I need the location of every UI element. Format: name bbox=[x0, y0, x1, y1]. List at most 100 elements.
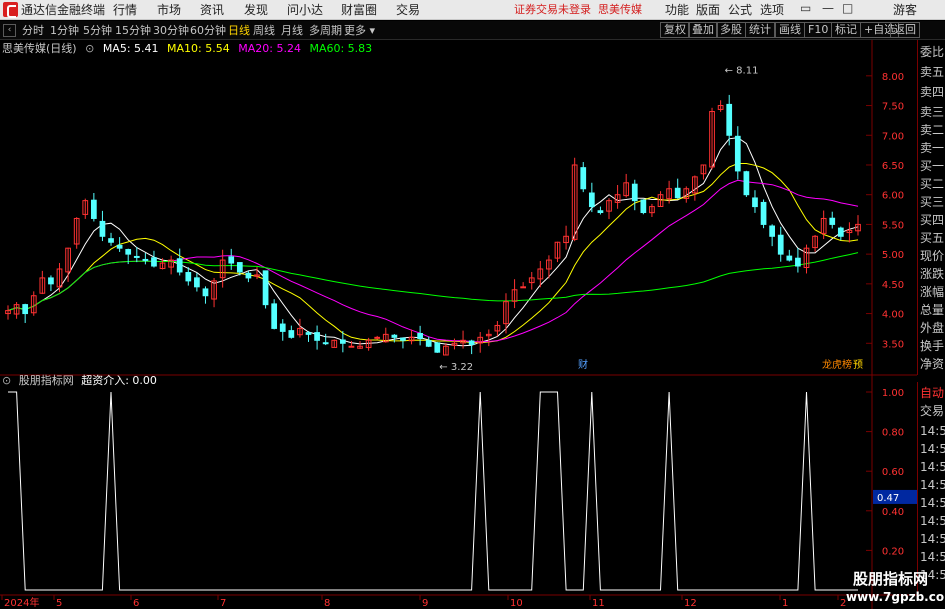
trade-label[interactable]: 交易 bbox=[920, 402, 944, 420]
period-tab-60min[interactable]: 60分钟 bbox=[190, 22, 226, 39]
app-logo-icon bbox=[3, 2, 18, 18]
sub-indicator-polyline bbox=[8, 391, 858, 591]
candle-body bbox=[786, 255, 793, 261]
rp-item[interactable]: 委比 bbox=[920, 43, 944, 61]
period-tab-multi[interactable]: 多周期 bbox=[309, 22, 342, 39]
period-tab-5min[interactable]: 5分钟 bbox=[83, 22, 112, 39]
statistics-button[interactable]: 统计 bbox=[745, 22, 775, 38]
candle-body bbox=[151, 257, 157, 267]
indicator-name[interactable]: 股朋指标网 bbox=[19, 374, 74, 387]
main-indicator-info: 思美传媒(日线) ⊙ MA5: 5.41 MA10: 5.54 MA20: 5.… bbox=[2, 42, 377, 56]
rp-item: 买二 bbox=[920, 177, 945, 191]
candle-body bbox=[734, 135, 741, 172]
stock-label: 思美传媒(日线) bbox=[2, 42, 77, 55]
rp-item: 买四 bbox=[920, 213, 945, 227]
price-tick-label: 4.00 bbox=[882, 310, 904, 321]
rp-item: 买一 bbox=[920, 159, 945, 173]
multi-stock-button[interactable]: 多股 bbox=[716, 22, 746, 38]
low-price-label: ← 3.22 bbox=[439, 362, 473, 373]
candle-body bbox=[588, 192, 595, 208]
date-label: 6 bbox=[133, 598, 139, 609]
candle-body bbox=[374, 336, 381, 339]
sub-settings-icon[interactable]: ⊙ bbox=[2, 374, 11, 387]
menu-item-options[interactable]: 选项 bbox=[760, 2, 784, 18]
candle-body bbox=[837, 227, 844, 237]
period-tab-30min[interactable]: 30分钟 bbox=[153, 22, 189, 39]
login-status[interactable]: 证券交易未登录 思美传媒 bbox=[514, 2, 642, 18]
candle-body bbox=[425, 340, 432, 347]
f10-button[interactable]: F10 bbox=[804, 22, 833, 38]
sub-tick-label: 0.80 bbox=[882, 428, 904, 439]
title-bar: 通达信金融终端 行情 市场 资讯 发现 问小达 财富圈 交易 证券交易未登录 思… bbox=[0, 0, 945, 20]
candle-body bbox=[400, 337, 406, 341]
rp-item: 现价 bbox=[920, 249, 945, 263]
minimize-tray-icon[interactable]: ▭ bbox=[800, 0, 811, 16]
collapse-icon[interactable]: ‹ bbox=[3, 24, 16, 37]
price-tick-label: 7.00 bbox=[882, 131, 904, 142]
settings-icon[interactable]: ⊙ bbox=[85, 42, 94, 55]
date-label: 9 bbox=[422, 598, 428, 609]
candle-body bbox=[434, 342, 441, 353]
main-grid bbox=[0, 40, 917, 609]
tick-time: 14:56 bbox=[920, 514, 945, 528]
tick-time: 14:56 bbox=[920, 442, 945, 456]
candle-body bbox=[125, 249, 132, 255]
price-tick-label: 5.50 bbox=[882, 220, 904, 231]
candle-body bbox=[262, 270, 269, 306]
period-tab-timeshare[interactable]: 分时 bbox=[22, 22, 44, 39]
date-label: 5 bbox=[56, 598, 62, 609]
ma5-line bbox=[7, 137, 859, 347]
candle-body bbox=[580, 167, 587, 190]
period-tab-more[interactable]: 更多 ▾ bbox=[344, 22, 375, 39]
auto-trade-label[interactable]: 自动 bbox=[920, 384, 944, 402]
sub-tick-label: 0.60 bbox=[882, 467, 904, 478]
overlay-button[interactable]: 叠加 bbox=[688, 22, 718, 38]
rp-item: 换手 bbox=[920, 339, 945, 353]
mark-button[interactable]: 标记 bbox=[831, 22, 861, 38]
rp-item: 买五 bbox=[920, 231, 945, 245]
tick-time: 14:56 bbox=[920, 478, 945, 492]
draw-button[interactable]: 画线 bbox=[775, 22, 805, 38]
menu-item-news[interactable]: 资讯 bbox=[200, 2, 224, 18]
menu-item-quotes[interactable]: 行情 bbox=[113, 2, 137, 18]
tick-panel: 自动 交易 14:56 14:56 14:56 14:56 14:56 14:5… bbox=[917, 382, 945, 592]
date-label: 12 bbox=[684, 598, 697, 609]
period-tab-weekly[interactable]: 周线 bbox=[253, 22, 275, 39]
guest-label[interactable]: 游客 bbox=[893, 2, 917, 18]
menu-item-functions[interactable]: 功能 bbox=[665, 2, 689, 18]
menu-item-assistant[interactable]: 问小达 bbox=[287, 2, 323, 18]
menu-item-discover[interactable]: 发现 bbox=[244, 2, 268, 18]
candle-body bbox=[829, 217, 836, 225]
period-tab-daily[interactable]: 日线 bbox=[228, 22, 250, 39]
candle-body bbox=[133, 255, 140, 258]
minimize-icon[interactable]: — bbox=[822, 0, 834, 16]
maximize-icon[interactable]: □ bbox=[842, 0, 853, 16]
ma20-value: MA20: 5.24 bbox=[238, 42, 301, 55]
back-button[interactable]: 返回 bbox=[890, 22, 920, 38]
menu-item-formula[interactable]: 公式 bbox=[728, 2, 752, 18]
watermark: 股朋指标网 www.7gpzb.com bbox=[843, 566, 945, 609]
sub-indicator-line bbox=[8, 391, 858, 591]
menu-item-layout[interactable]: 版面 bbox=[696, 2, 720, 18]
candle-body bbox=[48, 277, 54, 285]
kline-chart[interactable]: 8.00 7.50 7.00 6.50 6.00 5.50 5.00 4.50 4.00 3.50… bbox=[0, 40, 917, 609]
candlesticks bbox=[5, 94, 861, 356]
period-toolbar: ‹ 分时 1分钟 5分钟 15分钟 30分钟 60分钟 日线 周线 月线 多周期… bbox=[0, 21, 945, 40]
date-label: 7 bbox=[220, 598, 226, 609]
price-tick-label: 4.50 bbox=[882, 280, 904, 291]
moving-average-lines bbox=[7, 137, 859, 347]
ma10-line bbox=[7, 163, 859, 344]
candle-body bbox=[348, 345, 355, 348]
menu-item-market[interactable]: 市场 bbox=[157, 2, 181, 18]
adjust-button[interactable]: 复权 bbox=[660, 22, 690, 38]
candle-body bbox=[795, 257, 801, 267]
sub-grid bbox=[1, 391, 872, 600]
finance-badge: 财 bbox=[578, 358, 588, 371]
tick-time: 14:56 bbox=[920, 460, 945, 474]
rp-item: 净资 bbox=[920, 357, 945, 371]
menu-item-trade[interactable]: 交易 bbox=[396, 2, 420, 18]
period-tab-1min[interactable]: 1分钟 bbox=[50, 22, 79, 39]
menu-item-wealth[interactable]: 财富圈 bbox=[341, 2, 377, 18]
period-tab-monthly[interactable]: 月线 bbox=[281, 22, 303, 39]
period-tab-15min[interactable]: 15分钟 bbox=[115, 22, 151, 39]
